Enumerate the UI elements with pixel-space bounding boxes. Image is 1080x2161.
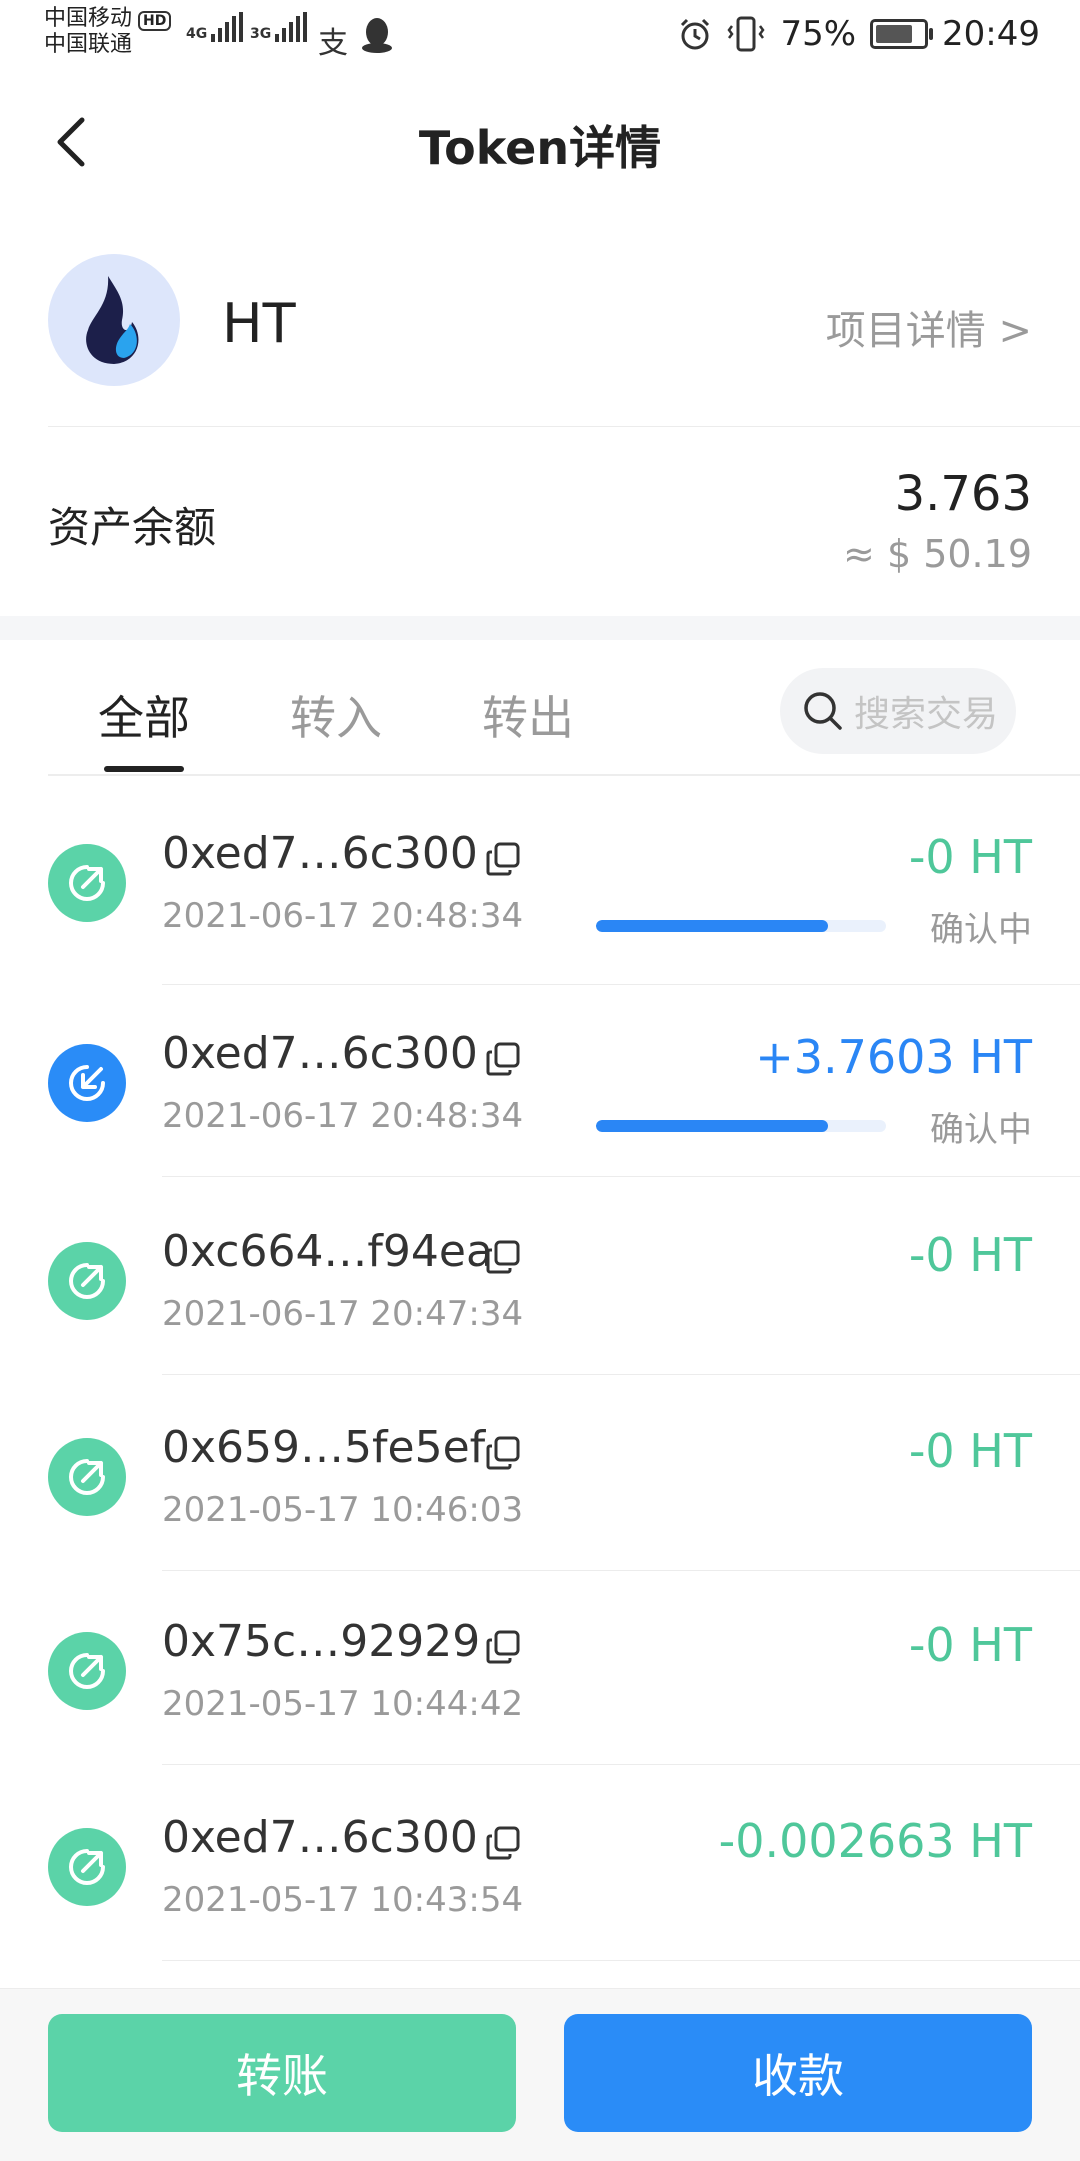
copy-icon[interactable] bbox=[486, 1436, 520, 1470]
tx-time: 2021-06-17 20:48:34 bbox=[162, 896, 524, 936]
balance-usd: ≈ $ 50.19 bbox=[843, 532, 1032, 576]
tx-divider bbox=[162, 984, 1080, 985]
outgoing-icon bbox=[48, 1242, 126, 1320]
network-4g-label: 4G bbox=[186, 26, 208, 42]
tx-amount: -0 HT bbox=[908, 1424, 1032, 1478]
confirmation-progress bbox=[596, 1120, 886, 1132]
back-icon[interactable] bbox=[50, 112, 90, 172]
tx-time: 2021-05-17 10:46:03 bbox=[162, 1490, 524, 1530]
project-details-link[interactable]: 项目详情 > bbox=[826, 298, 1032, 356]
tx-hash: 0xed7…6c300 bbox=[162, 1812, 478, 1863]
tx-divider bbox=[162, 1960, 1080, 1961]
outgoing-icon bbox=[48, 1438, 126, 1516]
active-tab-indicator bbox=[104, 766, 184, 772]
transfer-button[interactable]: 转账 bbox=[48, 2014, 516, 2132]
receive-button[interactable]: 收款 bbox=[564, 2014, 1032, 2132]
tx-amount: -0 HT bbox=[908, 1228, 1032, 1282]
tx-divider bbox=[162, 1570, 1080, 1571]
tx-divider bbox=[162, 1176, 1080, 1177]
arrow-out-icon bbox=[69, 1653, 105, 1689]
huobi-logo-icon bbox=[86, 276, 139, 364]
copy-icon[interactable] bbox=[486, 1042, 520, 1076]
battery-percent: 75% bbox=[780, 14, 857, 54]
tx-status: 确认中 bbox=[930, 910, 1032, 950]
outgoing-icon bbox=[48, 1632, 126, 1710]
tx-hash: 0xed7…6c300 bbox=[162, 1028, 478, 1079]
search-placeholder: 搜索交易 bbox=[854, 694, 999, 735]
tx-amount: -0 HT bbox=[908, 830, 1032, 884]
outgoing-icon bbox=[48, 844, 126, 922]
section-separator bbox=[0, 616, 1080, 640]
tabs-divider bbox=[48, 774, 1080, 776]
search-input[interactable]: 搜索交易 bbox=[780, 668, 1016, 754]
signal-3g-icon: 3G bbox=[250, 12, 308, 42]
hd-badge: HD bbox=[138, 11, 172, 31]
search-icon bbox=[804, 692, 842, 730]
tx-hash: 0x659…5fe5ef bbox=[162, 1422, 486, 1473]
tx-hash: 0xc664…f94ea bbox=[162, 1226, 493, 1277]
arrow-out-icon bbox=[69, 1263, 105, 1299]
alipay-icon: 支 bbox=[318, 26, 348, 61]
tx-amount: -0 HT bbox=[908, 1618, 1032, 1672]
divider bbox=[48, 426, 1080, 427]
tx-time: 2021-06-17 20:48:34 bbox=[162, 1096, 524, 1136]
carrier-1: 中国移动 bbox=[44, 6, 133, 31]
confirmation-progress bbox=[596, 920, 886, 932]
carrier-2: 中国联通 bbox=[44, 32, 133, 57]
confirmation-progress-fill bbox=[596, 920, 828, 932]
balance-label: 资产余额 bbox=[48, 503, 217, 552]
arrow-out-icon bbox=[69, 865, 105, 901]
balance-amount: 3.763 bbox=[894, 466, 1032, 522]
tab-incoming[interactable]: 转入 bbox=[290, 682, 382, 748]
tab-outgoing[interactable]: 转出 bbox=[482, 682, 574, 748]
tab-all[interactable]: 全部 bbox=[98, 682, 190, 748]
clock-time: 20:49 bbox=[942, 14, 1040, 54]
vibrate-icon bbox=[727, 16, 765, 52]
tx-hash: 0x75c…92929 bbox=[162, 1616, 481, 1667]
status-bar: 中国移动 HD 中国联通 4G 3G 支 75% 20:49 bbox=[0, 0, 1080, 70]
tx-status: 确认中 bbox=[930, 1110, 1032, 1150]
copy-icon[interactable] bbox=[486, 842, 520, 876]
tx-amount: +3.7603 HT bbox=[755, 1030, 1032, 1084]
token-logo bbox=[48, 254, 180, 386]
arrow-out-icon bbox=[69, 1849, 105, 1885]
token-name: HT bbox=[222, 292, 296, 355]
network-3g-label: 3G bbox=[250, 26, 272, 42]
tx-time: 2021-05-17 10:43:54 bbox=[162, 1880, 524, 1920]
tx-amount: -0.002663 HT bbox=[718, 1814, 1032, 1868]
tx-hash: 0xed7…6c300 bbox=[162, 828, 478, 879]
tx-divider bbox=[162, 1374, 1080, 1375]
arrow-out-icon bbox=[69, 1459, 105, 1495]
battery-icon bbox=[870, 19, 934, 49]
outgoing-icon bbox=[48, 1828, 126, 1906]
tx-time: 2021-05-17 10:44:42 bbox=[162, 1684, 524, 1724]
status-right: 75% 20:49 bbox=[678, 14, 1040, 54]
copy-icon[interactable] bbox=[486, 1826, 520, 1860]
incoming-icon bbox=[48, 1044, 126, 1122]
tx-divider bbox=[162, 1764, 1080, 1765]
arrow-in-icon bbox=[69, 1065, 105, 1101]
copy-icon[interactable] bbox=[486, 1630, 520, 1664]
alarm-icon bbox=[681, 18, 710, 50]
page-title: Token详情 bbox=[418, 121, 662, 175]
confirmation-progress-fill bbox=[596, 1120, 828, 1132]
signal-4g-icon: 4G bbox=[186, 12, 244, 42]
tx-time: 2021-06-17 20:47:34 bbox=[162, 1294, 524, 1334]
qq-icon bbox=[362, 18, 392, 53]
carrier-info: 中国移动 HD 中国联通 bbox=[44, 6, 172, 58]
copy-icon[interactable] bbox=[486, 1240, 520, 1274]
